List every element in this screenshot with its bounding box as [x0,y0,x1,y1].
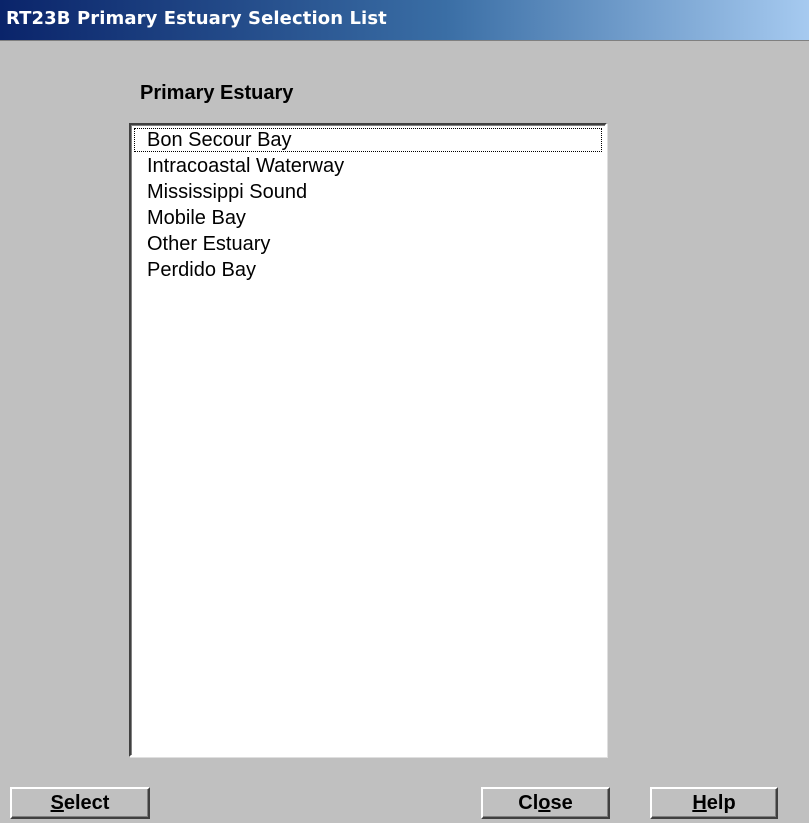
list-heading: Primary Estuary [140,82,294,104]
help-button[interactable]: Help [650,787,778,819]
list-items: Bon Secour Bay Intracoastal Waterway Mis… [133,127,603,283]
close-button[interactable]: Close [481,787,610,819]
help-label-rest: elp [706,792,736,814]
help-mnemonic: H [692,792,707,814]
select-label-rest: elect [63,792,110,814]
close-mnemonic: o [538,792,551,814]
list-item-mississippi-sound[interactable]: Mississippi Sound [133,179,603,205]
list-item-mobile-bay[interactable]: Mobile Bay [133,205,603,231]
select-button[interactable]: Select [10,787,150,819]
list-item-intracoastal-waterway[interactable]: Intracoastal Waterway [133,153,603,179]
estuary-selection-window: RT23B Primary Estuary Selection List Pri… [0,0,809,823]
title-bar[interactable]: RT23B Primary Estuary Selection List [0,0,809,41]
window-title: RT23B Primary Estuary Selection List [6,8,387,29]
estuary-listbox[interactable]: Bon Secour Bay Intracoastal Waterway Mis… [129,123,607,757]
list-item-bon-secour-bay[interactable]: Bon Secour Bay [133,127,603,153]
list-item-perdido-bay[interactable]: Perdido Bay [133,257,603,283]
list-item-other-estuary[interactable]: Other Estuary [133,231,603,257]
close-label-rest: se [550,792,573,814]
close-label-pre: Cl [518,792,539,814]
select-mnemonic: S [50,792,64,814]
